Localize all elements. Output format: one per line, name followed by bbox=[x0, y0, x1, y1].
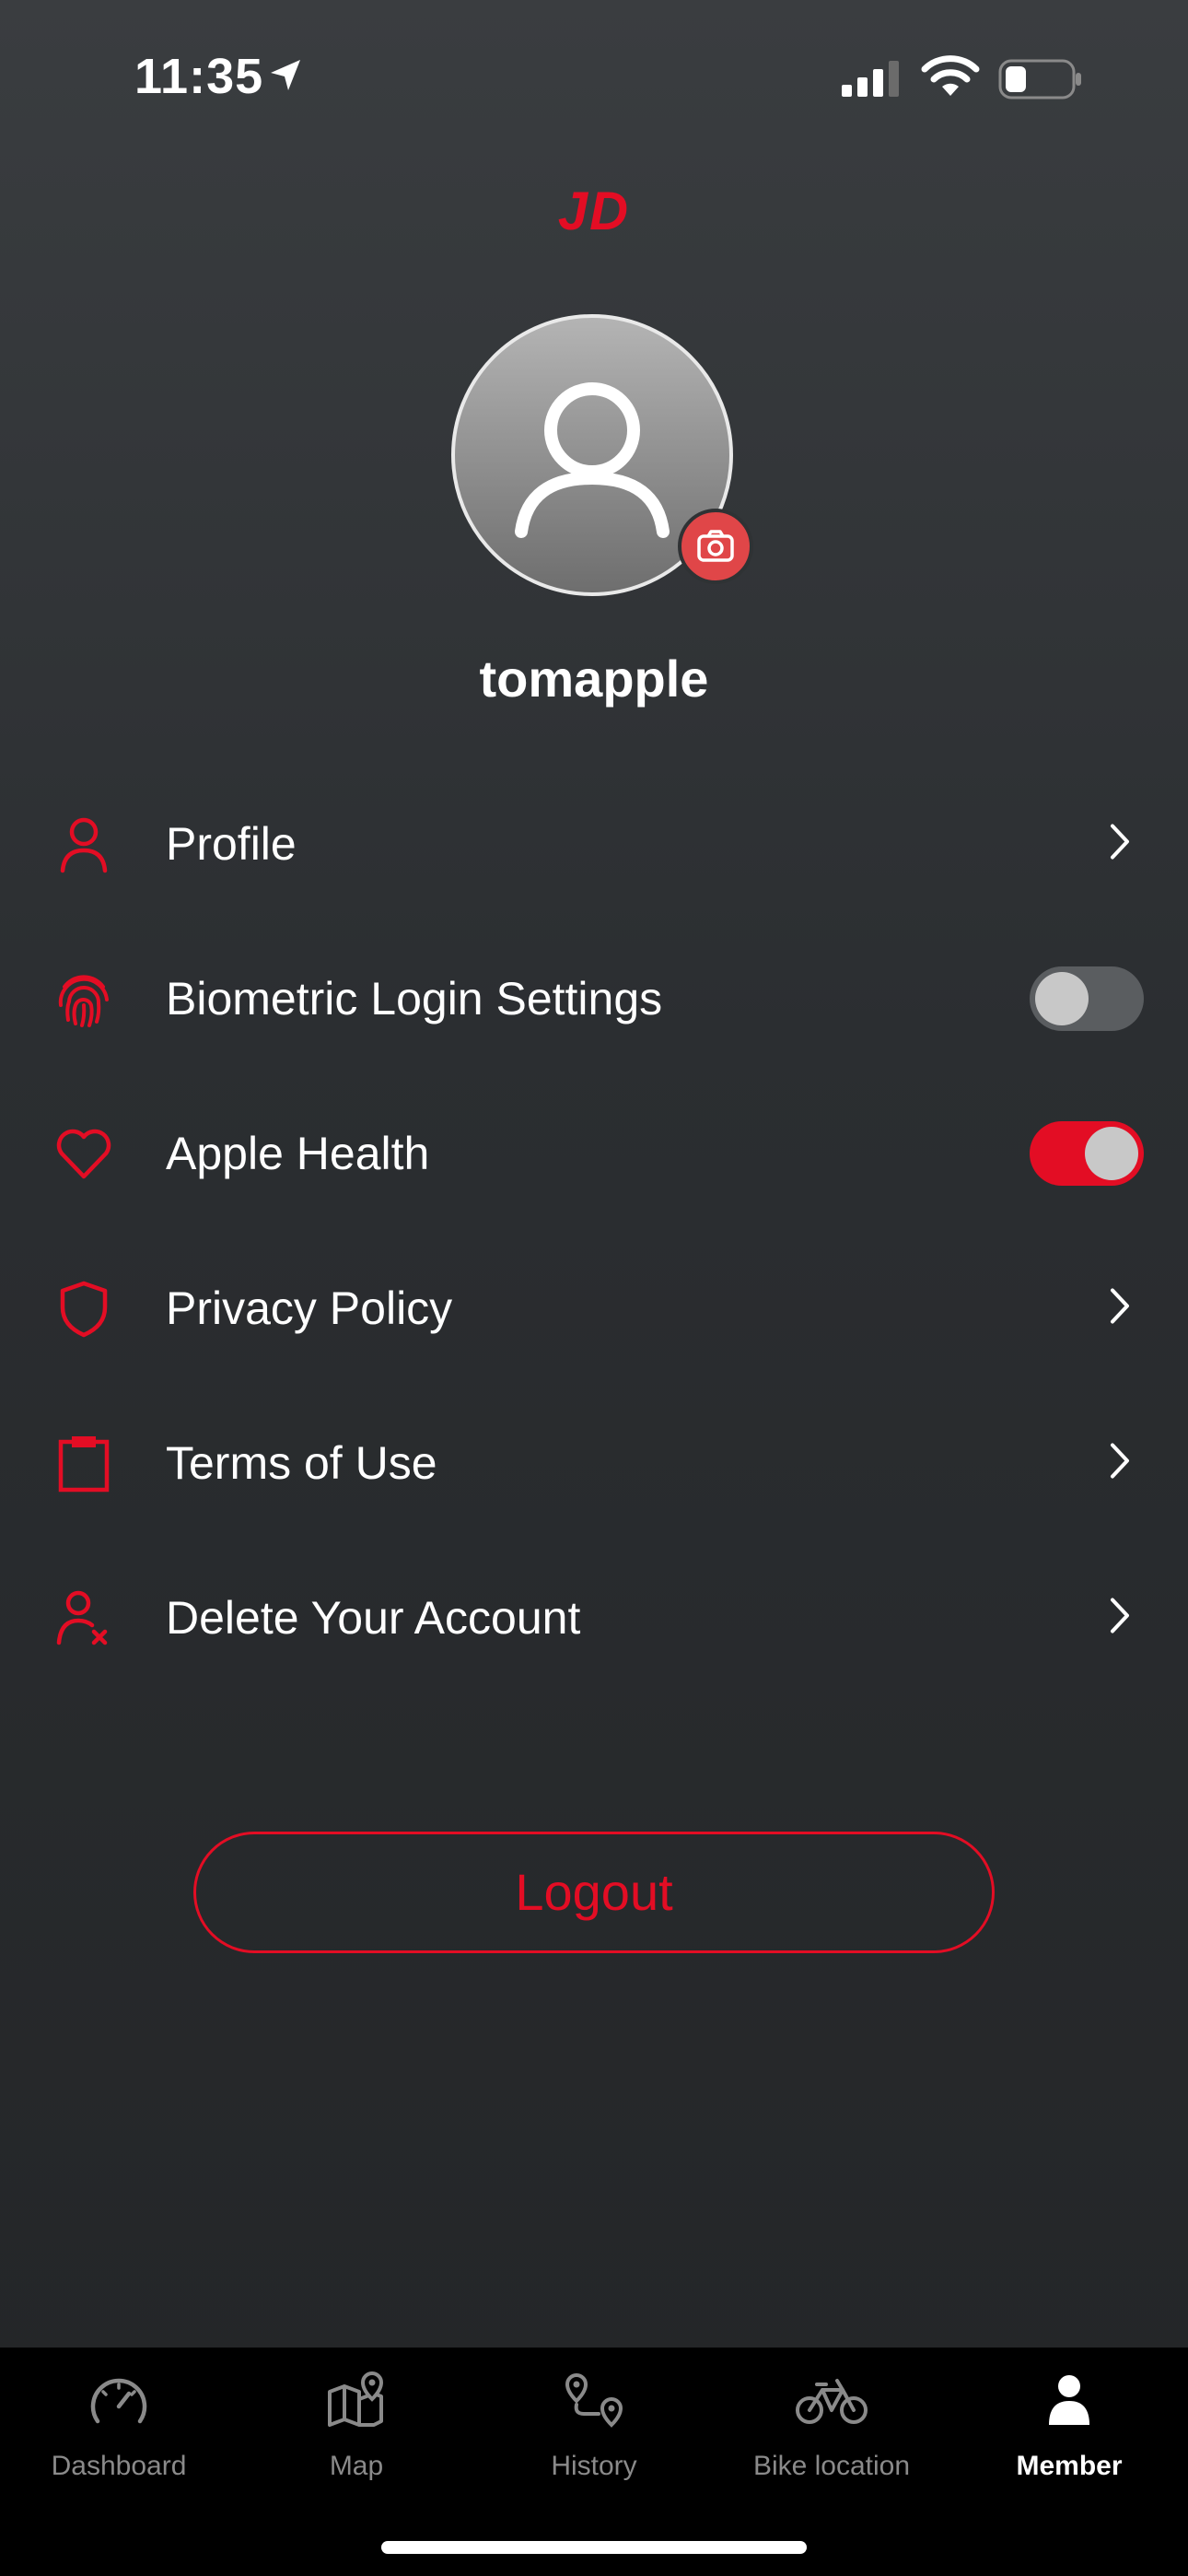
cellular-signal-icon bbox=[842, 61, 904, 102]
username: tomapple bbox=[479, 650, 709, 708]
battery-icon bbox=[998, 59, 1083, 104]
tab-history[interactable]: History bbox=[475, 2348, 713, 2523]
change-photo-button[interactable] bbox=[678, 509, 753, 584]
menu-item-biometric-login[interactable]: Biometric Login Settings bbox=[0, 921, 1188, 1076]
menu-item-label: Biometric Login Settings bbox=[166, 973, 663, 1025]
menu-item-apple-health[interactable]: Apple Health bbox=[0, 1076, 1188, 1231]
wifi-icon bbox=[921, 55, 980, 102]
biometric-login-toggle[interactable] bbox=[1030, 966, 1144, 1031]
tab-label: Member bbox=[1016, 2451, 1123, 2481]
chevron-right-icon bbox=[1107, 1597, 1133, 1640]
home-indicator[interactable] bbox=[381, 2541, 807, 2554]
menu-item-delete-account[interactable]: Delete Your Account bbox=[0, 1540, 1188, 1695]
tab-label: Map bbox=[329, 2451, 384, 2481]
member-icon bbox=[1037, 2371, 1101, 2435]
location-arrow-icon bbox=[267, 57, 304, 99]
camera-icon bbox=[697, 530, 734, 562]
tab-label: History bbox=[551, 2451, 637, 2481]
person-icon bbox=[53, 814, 114, 874]
heart-icon bbox=[53, 1123, 114, 1184]
route-icon bbox=[562, 2371, 626, 2435]
bicycle-icon bbox=[795, 2371, 868, 2435]
map-pin-icon bbox=[324, 2371, 389, 2435]
logout-button[interactable]: Logout bbox=[193, 1832, 995, 1953]
member-screen: 11:35 JD tomapple Profile Biometric Logi… bbox=[0, 0, 1188, 2576]
person-remove-icon bbox=[53, 1587, 114, 1648]
status-time: 11:35 bbox=[134, 49, 264, 104]
menu-item-terms-of-use[interactable]: Terms of Use bbox=[0, 1386, 1188, 1540]
tab-map[interactable]: Map bbox=[238, 2348, 475, 2523]
toggle-knob bbox=[1035, 972, 1089, 1025]
toggle-knob bbox=[1085, 1127, 1138, 1180]
menu-item-label: Privacy Policy bbox=[166, 1282, 453, 1334]
brand-logo: JD bbox=[557, 181, 631, 241]
clipboard-icon bbox=[53, 1433, 114, 1493]
tab-dashboard[interactable]: Dashboard bbox=[0, 2348, 238, 2523]
fingerprint-icon bbox=[53, 968, 114, 1029]
apple-health-toggle[interactable] bbox=[1030, 1121, 1144, 1186]
chevron-right-icon bbox=[1107, 1442, 1133, 1485]
tab-label: Dashboard bbox=[51, 2451, 187, 2481]
menu-item-privacy-policy[interactable]: Privacy Policy bbox=[0, 1231, 1188, 1386]
menu-item-label: Delete Your Account bbox=[166, 1592, 581, 1644]
menu-item-profile[interactable]: Profile bbox=[0, 767, 1188, 921]
status-bar: 11:35 bbox=[0, 0, 1188, 157]
tab-member[interactable]: Member bbox=[950, 2348, 1188, 2523]
menu-item-label: Apple Health bbox=[166, 1128, 430, 1179]
chevron-right-icon bbox=[1107, 1287, 1133, 1330]
tab-label: Bike location bbox=[752, 2451, 911, 2481]
chevron-right-icon bbox=[1107, 823, 1133, 866]
tab-bike-location[interactable]: Bike location bbox=[713, 2348, 950, 2523]
shield-icon bbox=[53, 1278, 114, 1339]
menu-item-label: Profile bbox=[166, 818, 297, 870]
menu-item-label: Terms of Use bbox=[166, 1437, 437, 1489]
speedometer-icon bbox=[87, 2371, 151, 2435]
